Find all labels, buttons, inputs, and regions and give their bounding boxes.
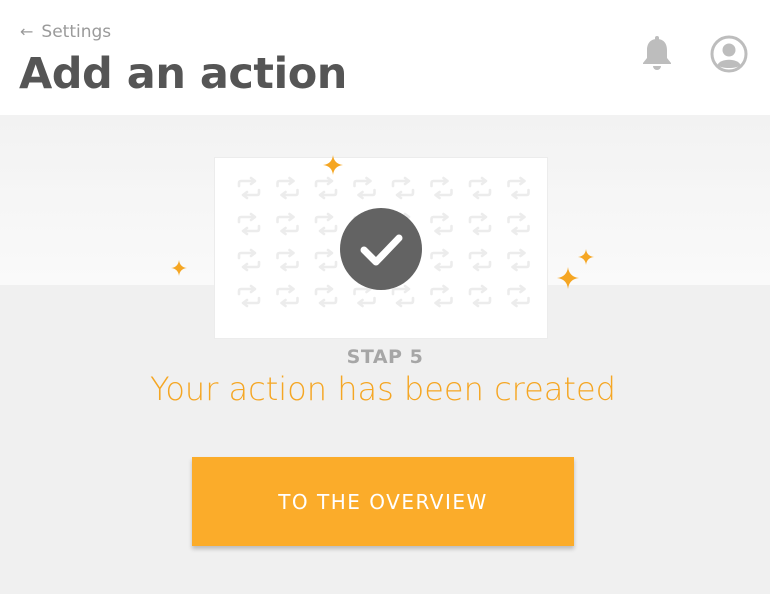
repeat-icon [468, 176, 492, 200]
sparkle-icon [557, 267, 579, 289]
sparkle-icon [171, 260, 187, 276]
bell-icon[interactable] [640, 36, 674, 72]
to-overview-button[interactable]: TO THE OVERVIEW [192, 457, 574, 546]
step-label: STAP 5 [346, 346, 424, 368]
repeat-icon [430, 176, 453, 200]
repeat-icon [314, 212, 338, 236]
repeat-icon [507, 212, 530, 236]
repeat-icon [237, 284, 261, 308]
repeat-icon [276, 176, 299, 200]
repeat-icon [237, 248, 261, 272]
back-arrow-icon: ← [20, 22, 34, 41]
repeat-icon [314, 176, 338, 200]
sparkle-icon [578, 249, 594, 265]
repeat-icon [430, 212, 453, 236]
repeat-icon [391, 176, 415, 200]
back-link-label: Settings [41, 22, 112, 42]
repeat-icon [276, 212, 299, 236]
repeat-icon [276, 284, 299, 308]
repeat-icon [237, 176, 261, 200]
sparkle-icon [323, 155, 343, 175]
repeat-icon [468, 284, 492, 308]
repeat-icon [430, 284, 453, 308]
repeat-icon [507, 248, 530, 272]
page-title: Add an action [19, 49, 347, 99]
success-message: Your action has been created [150, 370, 616, 408]
repeat-icon [468, 212, 492, 236]
back-link-settings[interactable]: ← Settings [20, 22, 111, 42]
repeat-icon [353, 176, 376, 200]
repeat-icon [507, 284, 530, 308]
repeat-icon [237, 212, 261, 236]
user-icon[interactable] [710, 35, 748, 73]
repeat-icon [314, 284, 338, 308]
repeat-icon [507, 176, 530, 200]
repeat-icon [468, 248, 492, 272]
repeat-icon [430, 248, 453, 272]
checkmark-icon [340, 208, 422, 290]
repeat-icon [276, 248, 299, 272]
repeat-icon [314, 248, 338, 272]
page-header: ← Settings Add an action [0, 0, 770, 115]
